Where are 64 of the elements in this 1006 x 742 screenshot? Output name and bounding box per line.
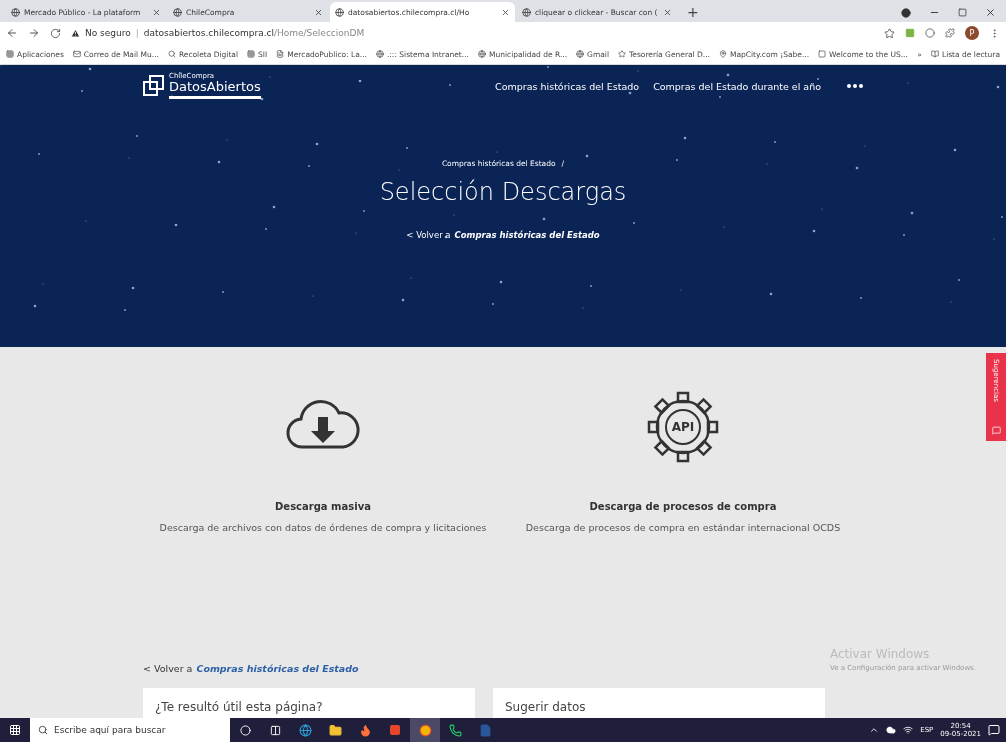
bookmark-icon [576, 50, 585, 58]
site-icon [522, 7, 531, 17]
option-title[interactable]: Descarga masiva [275, 501, 371, 512]
document-icon [478, 723, 492, 737]
bookmark-icon [72, 50, 81, 58]
back-icon[interactable] [6, 27, 18, 39]
option-description: Descarga de archivos con datos de órdenes de compra y licitaciones [159, 522, 487, 533]
nav-link[interactable]: Compras históricas del Estado [495, 80, 640, 92]
logo-icon [143, 75, 165, 97]
feedback-card: Sugerir datos [493, 688, 825, 718]
puzzle-icon[interactable] [945, 28, 955, 38]
reading-list-icon [930, 50, 939, 58]
feedback-card: ¿Te resultó útil esta página? [143, 688, 475, 718]
nav-link[interactable]: Compras del Estado durante el año [653, 80, 821, 92]
option-title[interactable]: Descarga de procesos de compra [589, 501, 777, 512]
page-title: Selección Descargas [379, 178, 627, 206]
profile-avatar[interactable]: P [965, 26, 979, 40]
taskbar-search-field[interactable]: Escribe aquí para buscar [30, 718, 230, 742]
maximize-icon[interactable] [958, 8, 967, 17]
flame-icon [358, 723, 372, 737]
bookmark-icon [818, 50, 827, 58]
back-link[interactable]: Compras históricas del Estado [454, 230, 600, 240]
back-label: < Volver a [143, 663, 193, 674]
bookmark-icon [375, 50, 384, 58]
close-icon[interactable] [985, 7, 996, 18]
folder-icon [328, 723, 342, 737]
bookmark-icon [6, 50, 14, 58]
browser-icon [298, 723, 312, 737]
chevron-up-icon[interactable] [869, 725, 880, 735]
cloud-icon[interactable] [886, 725, 897, 735]
close-icon[interactable] [663, 7, 672, 17]
network-icon[interactable] [903, 725, 914, 735]
url-text: datosabiertos.chilecompra.cl/Home/SeleccionDM [143, 28, 365, 38]
task-view-icon [269, 724, 281, 736]
taskbar-app-button[interactable] [410, 718, 440, 742]
chat-icon [991, 426, 1001, 435]
phone-icon [448, 723, 462, 737]
close-icon[interactable] [501, 7, 510, 17]
logo-title: DatosAbiertos [169, 80, 261, 99]
site-icon [335, 7, 344, 17]
back-link[interactable]: Compras históricas del Estado [196, 663, 359, 674]
reload-icon[interactable] [50, 27, 61, 39]
more-icon[interactable] [847, 84, 863, 88]
bookmark-icon [618, 50, 626, 58]
site-icon [173, 7, 182, 17]
new-tab-button[interactable]: + [679, 4, 707, 22]
site-icon [11, 7, 20, 17]
search-icon [38, 725, 48, 735]
warning-icon [71, 28, 80, 38]
close-icon[interactable] [314, 7, 323, 17]
security-label: No seguro [85, 28, 131, 38]
forward-icon[interactable] [28, 27, 40, 39]
bookmark-star-icon[interactable] [884, 27, 895, 39]
address-separator: | [135, 28, 139, 38]
option-description: Descarga de procesos de compra en estándar internacional OCDS [525, 522, 841, 533]
address-bar[interactable]: No seguro | datosabiertos.chilecompra.cl/Home/SeleccionDM [71, 24, 874, 42]
bookmark-icon [718, 50, 727, 58]
bookmark-icon [477, 50, 486, 58]
bookmark-icon [167, 50, 176, 58]
close-icon[interactable] [152, 7, 161, 17]
bookmark-icon [276, 50, 285, 58]
back-label: < Volver a [406, 230, 451, 240]
notification-icon[interactable] [988, 724, 1000, 736]
bookmark-icon [247, 50, 256, 58]
